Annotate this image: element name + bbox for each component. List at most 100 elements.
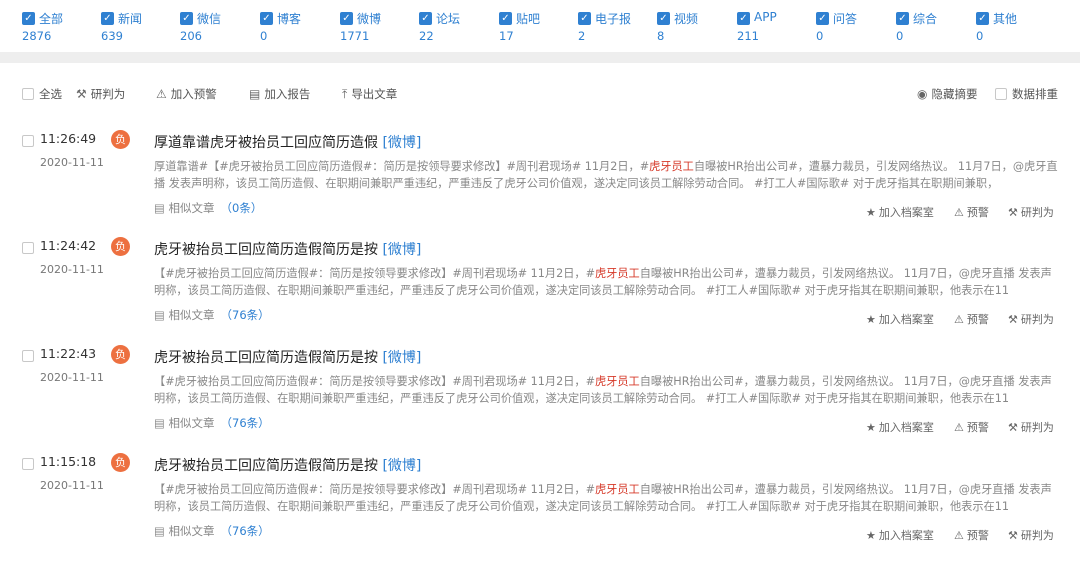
item-title[interactable]: 虎牙被抬员工回应简历造假简历是按 [微博] [154,455,421,475]
keyword-highlight: 虎牙员工 [594,267,640,280]
category-label: 视频 [674,12,699,26]
export-articles-button[interactable]: ⤒ 导出文章 [342,86,397,102]
hide-summary-button[interactable]: ◉ 隐藏摘要 [917,86,977,102]
similar-count[interactable]: （76条） [221,308,270,322]
item-title-text[interactable]: 虎牙被抬员工回应简历造假简历是按 [154,350,378,366]
judge-as-button[interactable]: ⚒ 研判为 [76,86,125,102]
sentiment-badge: 负 [111,130,130,149]
item-title-text[interactable]: 虎牙被抬员工回应简历造假简历是按 [154,458,378,474]
checkbox-icon[interactable] [995,88,1007,100]
similar-articles-link[interactable]: ▤ 相似文章 （0条） [154,200,262,216]
item-title-text[interactable]: 厚道靠谱虎牙被抬员工回应简历造假 [154,135,378,151]
document-icon: ▤ [154,201,165,215]
checkbox-checked-icon[interactable]: ✓ [340,12,353,25]
similar-count[interactable]: （0条） [221,201,263,215]
warn-button[interactable]: ⚠ 预警 [954,204,989,220]
checkbox-checked-icon[interactable]: ✓ [896,12,909,25]
item-source[interactable]: [微博] [382,242,421,258]
item-summary: 【#虎牙被抬员工回应简历造假#：简历是按领导要求修改】#周刊君现场# 11月2日… [154,373,1058,407]
hammer-icon: ⚒ [1008,206,1018,219]
category-count: 17 [499,29,514,43]
checkbox-checked-icon[interactable]: ✓ [260,12,273,25]
star-icon: ★ [866,421,876,434]
checkbox-checked-icon[interactable]: ✓ [976,12,989,25]
add-archive-label: 加入档案室 [878,529,934,542]
similar-count[interactable]: （76条） [221,524,270,538]
checkbox-checked-icon[interactable]: ✓ [816,12,829,25]
item-source[interactable]: [微博] [382,350,421,366]
item-title-text[interactable]: 虎牙被抬员工回应简历造假简历是按 [154,242,378,258]
checkbox-checked-icon[interactable]: ✓ [22,12,35,25]
warn-label: 预警 [966,529,989,542]
checkbox-checked-icon[interactable]: ✓ [499,12,512,25]
category-label: 新闻 [118,12,143,26]
item-checkbox[interactable] [22,458,34,470]
data-dedup-label: 数据排重 [1012,87,1058,101]
checkbox-icon[interactable] [22,88,34,100]
item-checkbox[interactable] [22,242,34,254]
checkbox-checked-icon[interactable]: ✓ [180,12,193,25]
item-checkbox[interactable] [22,350,34,362]
item-title[interactable]: 虎牙被抬员工回应简历造假简历是按 [微博] [154,239,421,259]
alarm-icon: ⚠ [954,529,964,542]
upload-icon: ⤒ [342,87,348,101]
category-label: 贴吧 [516,12,541,26]
document-icon: ▤ [154,524,165,538]
keyword-highlight: 虎牙员工 [594,483,640,496]
add-report-button[interactable]: ▤ 加入报告 [249,86,310,102]
alarm-icon: ⚠ [156,87,167,101]
keyword-highlight: 虎牙员工 [649,160,694,173]
category-count: 0 [976,29,984,43]
judge-as-button[interactable]: ⚒ 研判为 [1008,419,1054,435]
judge-as-label: 研判为 [1020,529,1054,542]
item-title[interactable]: 虎牙被抬员工回应简历造假简历是按 [微博] [154,347,421,367]
alarm-icon: ⚠ [954,206,964,219]
judge-as-label: 研判为 [1020,421,1054,434]
item-date: 2020-11-11 [40,479,104,492]
checkbox-checked-icon[interactable]: ✓ [419,12,432,25]
add-archive-button[interactable]: ★ 加入档案室 [866,311,934,327]
clipboard-icon: ▤ [249,87,261,101]
judge-as-button[interactable]: ⚒ 研判为 [1008,204,1054,220]
category-count: 211 [737,29,759,43]
item-source[interactable]: [微博] [382,458,421,474]
checkbox-checked-icon[interactable]: ✓ [578,12,591,25]
item-title[interactable]: 厚道靠谱虎牙被抬员工回应简历造假 [微博] [154,132,421,152]
item-time: 11:24:42 [40,238,97,253]
judge-as-button[interactable]: ⚒ 研判为 [1008,311,1054,327]
category-count: 2876 [22,29,52,43]
add-archive-label: 加入档案室 [878,313,934,326]
category-label: 其他 [993,12,1018,26]
item-source[interactable]: [微博] [382,135,421,151]
similar-articles-link[interactable]: ▤ 相似文章 （76条） [154,415,270,431]
data-dedup-checkbox[interactable]: 数据排重 [995,86,1058,102]
checkbox-checked-icon[interactable]: ✓ [737,12,750,25]
warn-label: 预警 [966,313,989,326]
item-summary: 厚道靠谱#【#虎牙被抬员工回应简历造假#：简历是按领导要求修改】#周刊君现场# … [154,158,1058,192]
category-count: 206 [180,29,202,43]
category-label: 论坛 [436,12,461,26]
similar-count[interactable]: （76条） [221,416,270,430]
add-archive-button[interactable]: ★ 加入档案室 [866,204,934,220]
category-count: 0 [260,29,268,43]
similar-label: 相似文章 [168,308,215,322]
add-warning-button[interactable]: ⚠ 加入预警 [156,86,217,102]
similar-articles-link[interactable]: ▤ 相似文章 （76条） [154,523,270,539]
select-all-checkbox[interactable]: 全选 [22,86,62,102]
eye-icon: ◉ [917,87,928,101]
item-checkbox[interactable] [22,135,34,147]
checkbox-checked-icon[interactable]: ✓ [101,12,114,25]
star-icon: ★ [866,313,876,326]
add-archive-button[interactable]: ★ 加入档案室 [866,419,934,435]
category-label: 博客 [277,12,302,26]
item-date: 2020-11-11 [40,371,104,384]
warn-button[interactable]: ⚠ 预警 [954,419,989,435]
list-item: 11:26:49 2020-11-11 负 厚道靠谱虎牙被抬员工回应简历造假 [… [0,130,1080,240]
warn-button[interactable]: ⚠ 预警 [954,311,989,327]
document-icon: ▤ [154,308,165,322]
add-archive-label: 加入档案室 [878,206,934,219]
category-count: 0 [816,29,824,43]
select-all-label: 全选 [39,87,62,101]
checkbox-checked-icon[interactable]: ✓ [657,12,670,25]
similar-articles-link[interactable]: ▤ 相似文章 （76条） [154,307,270,323]
